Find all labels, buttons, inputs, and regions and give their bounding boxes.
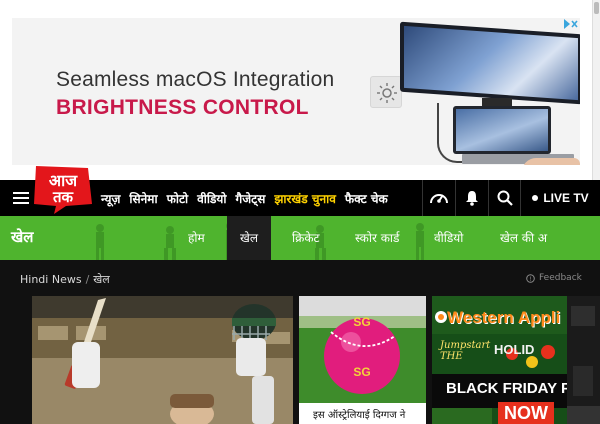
batsman-photo [32, 296, 293, 424]
ad-headline: Seamless macOS Integration [56, 68, 335, 91]
feedback-icon: ! [526, 273, 535, 283]
breadcrumb-current: खेल [93, 273, 110, 286]
tab-more[interactable]: खेल की अ [500, 216, 547, 260]
section-bar: खेल होम खेल क्रिकेट स्कोर कार्ड वीडियो ख… [0, 216, 600, 260]
nav-item-gadgets[interactable]: गैजेट्स [236, 190, 266, 207]
side-ad-header: Western Appli [432, 296, 567, 334]
tab-sports[interactable]: खेल [227, 216, 271, 260]
hand-image [522, 158, 580, 165]
side-ad-holiday: HOLID [494, 342, 535, 357]
live-tv-button[interactable]: LIVE TV [520, 180, 600, 216]
nav-item-photo[interactable]: फोटो [167, 190, 189, 207]
svg-text:SG: SG [353, 365, 370, 379]
main-nav: न्यूज़ सिनेमा फोटो वीडियो गैजेट्स झारखंड… [101, 180, 388, 216]
monitor-image [400, 21, 580, 105]
pink-ball-photo: SG SG [299, 296, 426, 406]
search-icon[interactable] [488, 180, 520, 216]
logo-text-bottom: तक [52, 188, 75, 206]
breadcrumb-separator: / [85, 273, 90, 286]
main-story-card[interactable] [32, 296, 293, 424]
side-ad-western-appliances[interactable]: Western Appli Jumpstart THE HOLID BLACK … [432, 296, 567, 424]
svg-text:!: ! [529, 276, 531, 283]
side-ad-jumpstart-text: Jumpstart [440, 340, 491, 351]
bell-icon[interactable] [455, 180, 487, 216]
brightness-sun-icon [370, 76, 402, 108]
side-ad-title: Western Appli [447, 308, 561, 327]
story-caption[interactable]: इस ऑस्ट्रेलियाई दिग्गज ने [299, 403, 426, 424]
western-logo-icon [435, 311, 447, 323]
breadcrumb-home-link[interactable]: Hindi News [20, 273, 82, 286]
nav-item-video[interactable]: वीडियो [197, 190, 226, 207]
tab-home[interactable]: होम [188, 216, 205, 260]
nav-item-cinema[interactable]: सिनेमा [129, 190, 157, 207]
feedback-link[interactable]: ! Feedback [526, 273, 582, 283]
side-ad-right-edge [567, 296, 600, 424]
feedback-label: Feedback [539, 273, 582, 283]
breadcrumb-bar: Hindi News / खेल ! Feedback [0, 260, 600, 296]
svg-text:SG: SG [353, 315, 370, 329]
breadcrumb: Hindi News / खेल [20, 272, 110, 287]
ad-subheadline: BRIGHTNESS CONTROL [56, 96, 309, 119]
aajtak-logo[interactable]: आज तक [32, 164, 94, 214]
tab-cricket[interactable]: क्रिकेट [292, 216, 320, 260]
live-tv-label: LIVE TV [543, 191, 589, 205]
side-ad-the-text: THE [440, 351, 463, 362]
side-ad-now-badge: NOW [498, 402, 554, 424]
side-ad-black-friday: BLACK FRIDAY PR [446, 380, 567, 397]
side-ad-jumpstart: Jumpstart THE [440, 340, 490, 362]
ad-banner[interactable]: Seamless macOS Integration BRIGHTNESS CO… [12, 18, 580, 165]
section-title: खेल [11, 228, 34, 246]
speedometer-icon[interactable] [422, 180, 454, 216]
live-dot-icon [532, 195, 539, 201]
tab-scorecard[interactable]: स्कोर कार्ड [355, 216, 399, 260]
nav-item-news[interactable]: न्यूज़ [101, 190, 120, 207]
nav-item-fact-check[interactable]: फैक्ट चेक [345, 190, 388, 207]
laptop-image [453, 106, 551, 154]
hamburger-menu-icon[interactable] [13, 192, 29, 204]
tab-video[interactable]: वीडियो [434, 216, 463, 260]
nav-item-jharkhand-election[interactable]: झारखंड चुनाव [274, 190, 336, 207]
top-ad-area: Seamless macOS Integration BRIGHTNESS CO… [0, 0, 600, 180]
scrollbar[interactable] [592, 0, 600, 180]
story-card-pink-ball[interactable]: SG SG इस ऑस्ट्रेलियाई दिग्गज ने [299, 296, 426, 424]
adchoices-close-icon[interactable] [564, 19, 578, 29]
